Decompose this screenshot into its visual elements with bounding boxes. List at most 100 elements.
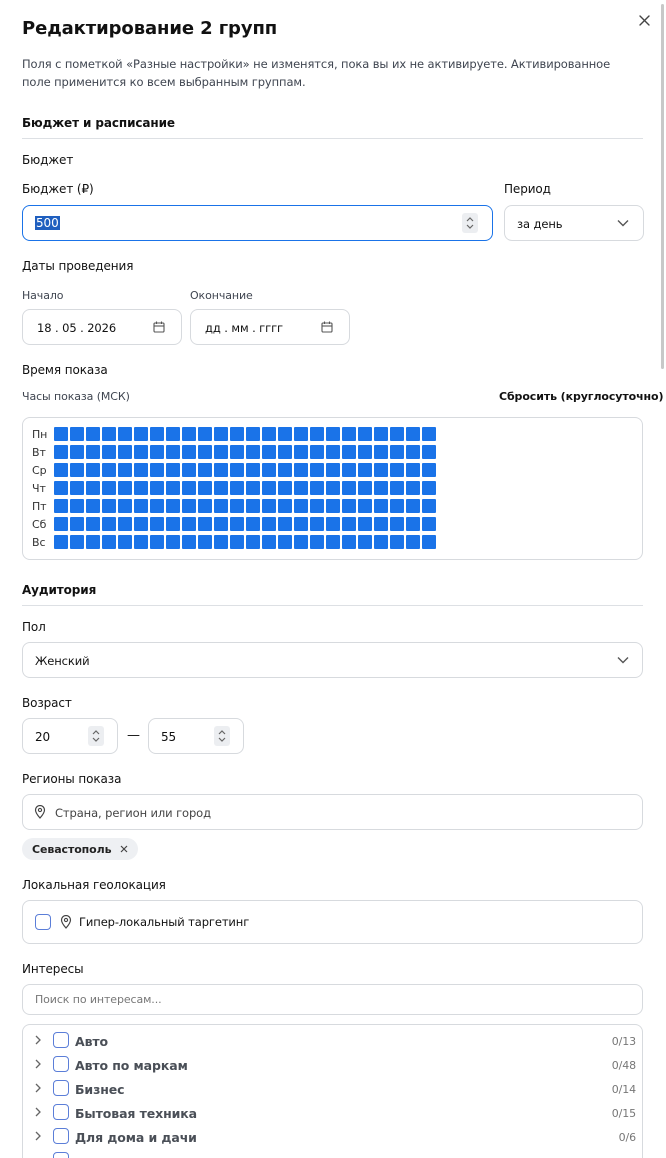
schedule-hour-cell[interactable]: [262, 499, 276, 513]
schedule-hour-cell[interactable]: [294, 481, 308, 495]
schedule-hour-cell[interactable]: [230, 481, 244, 495]
schedule-hour-cell[interactable]: [342, 499, 356, 513]
schedule-hour-cell[interactable]: [390, 517, 404, 531]
schedule-hour-cell[interactable]: [198, 535, 212, 549]
schedule-hour-cell[interactable]: [390, 499, 404, 513]
schedule-hour-cell[interactable]: [70, 481, 84, 495]
schedule-hour-cell[interactable]: [294, 517, 308, 531]
schedule-hour-cell[interactable]: [262, 427, 276, 441]
schedule-hour-cell[interactable]: [166, 427, 180, 441]
schedule-hour-cell[interactable]: [70, 427, 84, 441]
schedule-hour-cell[interactable]: [182, 535, 196, 549]
schedule-hour-cell[interactable]: [294, 535, 308, 549]
gender-select[interactable]: Женский: [22, 642, 643, 678]
schedule-hour-cell[interactable]: [326, 445, 340, 459]
schedule-hour-cell[interactable]: [166, 481, 180, 495]
schedule-hour-cell[interactable]: [422, 445, 436, 459]
schedule-hour-cell[interactable]: [214, 427, 228, 441]
schedule-hour-cell[interactable]: [342, 535, 356, 549]
schedule-hour-cell[interactable]: [230, 463, 244, 477]
schedule-hour-cell[interactable]: [406, 427, 420, 441]
schedule-hour-cell[interactable]: [310, 535, 324, 549]
schedule-hour-cell[interactable]: [230, 499, 244, 513]
chevron-right-icon[interactable]: [34, 1058, 42, 1070]
schedule-hour-cell[interactable]: [326, 535, 340, 549]
schedule-hour-cell[interactable]: [54, 517, 68, 531]
schedule-hour-cell[interactable]: [166, 445, 180, 459]
schedule-hour-cell[interactable]: [150, 535, 164, 549]
schedule-hour-cell[interactable]: [406, 463, 420, 477]
schedule-hour-cell[interactable]: [422, 481, 436, 495]
schedule-hour-cell[interactable]: [86, 481, 100, 495]
schedule-hour-cell[interactable]: [326, 427, 340, 441]
interest-row[interactable]: Авто по маркам 0/48: [34, 1056, 636, 1076]
schedule-hour-cell[interactable]: [134, 427, 148, 441]
schedule-hour-cell[interactable]: [118, 427, 132, 441]
schedule-hour-cell[interactable]: [70, 499, 84, 513]
schedule-hour-cell[interactable]: [166, 499, 180, 513]
schedule-hour-cell[interactable]: [118, 481, 132, 495]
schedule-hour-cell[interactable]: [214, 445, 228, 459]
schedule-hour-cell[interactable]: [198, 427, 212, 441]
schedule-hour-cell[interactable]: [278, 517, 292, 531]
schedule-hour-cell[interactable]: [150, 517, 164, 531]
schedule-hour-cell[interactable]: [294, 445, 308, 459]
schedule-hour-cell[interactable]: [118, 535, 132, 549]
schedule-hour-cell[interactable]: [422, 427, 436, 441]
schedule-hour-cell[interactable]: [118, 445, 132, 459]
regions-search-input[interactable]: Страна, регион или город: [22, 794, 643, 830]
chevron-right-icon[interactable]: [34, 1106, 42, 1118]
interest-checkbox[interactable]: [53, 1080, 69, 1096]
schedule-hour-cell[interactable]: [198, 499, 212, 513]
schedule-hour-cell[interactable]: [294, 499, 308, 513]
schedule-hour-cell[interactable]: [230, 517, 244, 531]
interest-checkbox[interactable]: [53, 1032, 69, 1048]
schedule-hour-cell[interactable]: [214, 517, 228, 531]
schedule-hour-cell[interactable]: [326, 463, 340, 477]
schedule-hour-cell[interactable]: [358, 463, 372, 477]
schedule-hour-cell[interactable]: [70, 535, 84, 549]
interest-checkbox[interactable]: [53, 1152, 69, 1158]
schedule-hour-cell[interactable]: [182, 517, 196, 531]
schedule-hour-cell[interactable]: [310, 499, 324, 513]
age-to-input[interactable]: 55: [148, 718, 244, 754]
schedule-hour-cell[interactable]: [358, 499, 372, 513]
schedule-hour-cell[interactable]: [342, 463, 356, 477]
schedule-hour-cell[interactable]: [374, 481, 388, 495]
schedule-hour-cell[interactable]: [246, 427, 260, 441]
schedule-hour-cell[interactable]: [230, 427, 244, 441]
schedule-hour-cell[interactable]: [374, 499, 388, 513]
schedule-hour-cell[interactable]: [246, 463, 260, 477]
schedule-hour-cell[interactable]: [70, 445, 84, 459]
schedule-hour-cell[interactable]: [326, 481, 340, 495]
schedule-hour-cell[interactable]: [246, 517, 260, 531]
schedule-hour-cell[interactable]: [406, 445, 420, 459]
schedule-hour-cell[interactable]: [198, 445, 212, 459]
schedule-hour-cell[interactable]: [390, 535, 404, 549]
schedule-hour-cell[interactable]: [214, 535, 228, 549]
schedule-hour-cell[interactable]: [134, 517, 148, 531]
schedule-hour-cell[interactable]: [342, 481, 356, 495]
interest-row[interactable]: Бытовая техника 0/15: [34, 1104, 636, 1124]
schedule-hour-cell[interactable]: [278, 463, 292, 477]
schedule-hour-cell[interactable]: [134, 481, 148, 495]
interest-checkbox[interactable]: [53, 1128, 69, 1144]
interest-row[interactable]: Для дома и дачи 0/6: [34, 1128, 636, 1148]
schedule-hour-cell[interactable]: [54, 463, 68, 477]
schedule-hour-cell[interactable]: [198, 463, 212, 477]
schedule-hour-cell[interactable]: [310, 463, 324, 477]
schedule-hour-cell[interactable]: [374, 463, 388, 477]
schedule-hour-cell[interactable]: [150, 499, 164, 513]
schedule-hour-cell[interactable]: [406, 481, 420, 495]
schedule-hour-cell[interactable]: [182, 481, 196, 495]
schedule-hour-cell[interactable]: [54, 481, 68, 495]
schedule-hour-cell[interactable]: [182, 445, 196, 459]
schedule-hour-cell[interactable]: [294, 427, 308, 441]
budget-input[interactable]: 500: [22, 205, 493, 241]
schedule-hour-cell[interactable]: [230, 445, 244, 459]
schedule-hour-cell[interactable]: [86, 499, 100, 513]
chevron-right-icon[interactable]: [34, 1130, 42, 1142]
schedule-hour-cell[interactable]: [374, 535, 388, 549]
schedule-hour-cell[interactable]: [102, 535, 116, 549]
schedule-hour-cell[interactable]: [422, 517, 436, 531]
